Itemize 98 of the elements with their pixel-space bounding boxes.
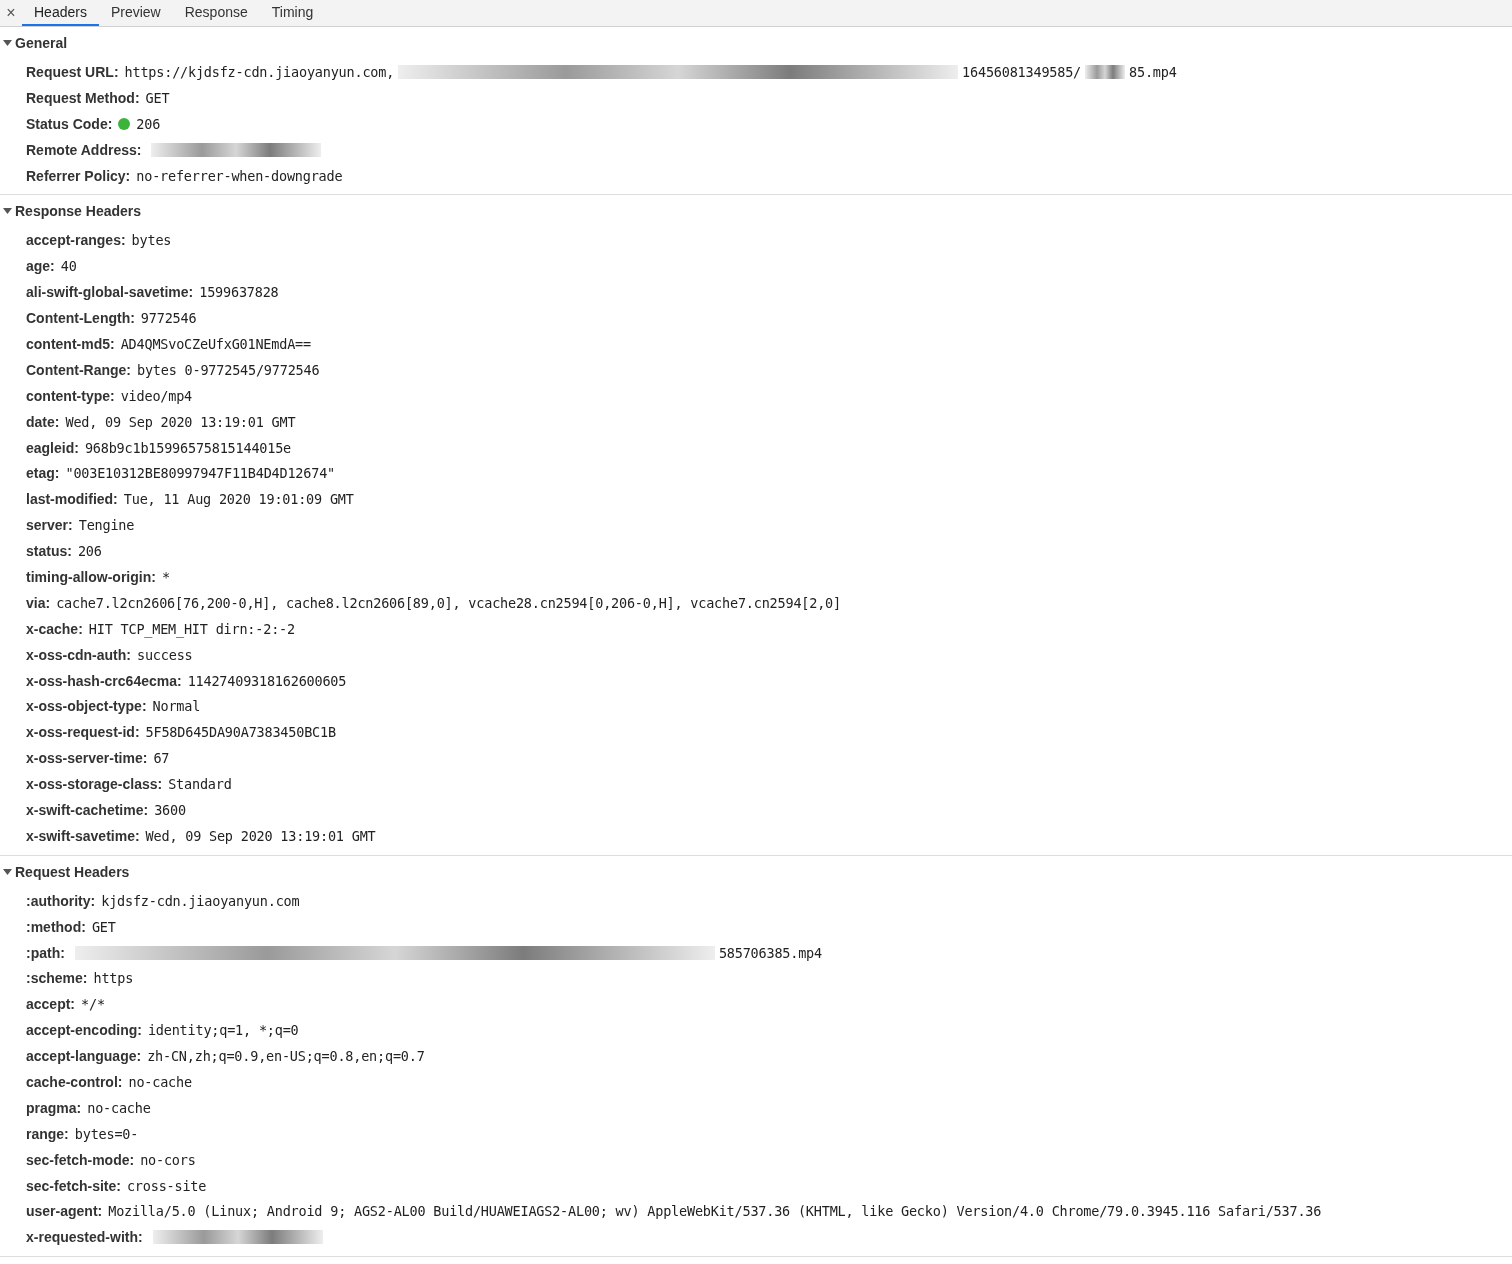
- header-name: x-oss-request-id:: [26, 724, 140, 741]
- header-name: Request URL:: [26, 63, 119, 80]
- header-value: 5F58D645DA90A7383450BC1B: [145, 724, 336, 741]
- header-name: :scheme:: [26, 970, 88, 987]
- header-name: status:: [26, 543, 72, 560]
- header-name: x-swift-savetime:: [26, 827, 140, 844]
- header-value: cross-site: [126, 1177, 207, 1194]
- header-value: "003E10312BE80997947F11B4D4D12674": [65, 465, 335, 482]
- header-value: bytes: [131, 232, 172, 249]
- header-name: Content-Length:: [26, 310, 135, 327]
- header-name: x-oss-object-type:: [26, 698, 147, 715]
- header-name: sec-fetch-mode:: [26, 1151, 135, 1168]
- header-name: date:: [26, 413, 60, 430]
- header-name: etag:: [26, 465, 60, 482]
- header-value: identity;q=1, *;q=0: [147, 1022, 299, 1039]
- header-value: *: [161, 568, 170, 585]
- header-value: 40: [60, 258, 77, 275]
- header-name: server:: [26, 517, 73, 534]
- header-name: age:: [26, 258, 55, 275]
- section-title[interactable]: Response Headers: [15, 203, 142, 220]
- close-icon[interactable]: ×: [0, 0, 22, 26]
- header-name: range:: [26, 1125, 69, 1142]
- header-name: Status Code:: [26, 115, 113, 132]
- header-name: x-oss-hash-crc64ecma:: [26, 672, 182, 689]
- header-value: cache7.l2cn2606[76,200-0,H], cache8.l2cn2606[89,0], vcache28.cn2594[0,206-0,H], vcache7.cn2594[2,0]: [56, 594, 841, 611]
- disclosure-triangle-icon[interactable]: [3, 867, 12, 876]
- header-value: https: [93, 970, 134, 987]
- tab[interactable]: Response: [172, 0, 260, 26]
- redaction-blur: [1085, 64, 1126, 79]
- header-name: sec-fetch-site:: [26, 1177, 121, 1194]
- header-value: video/mp4: [120, 387, 193, 404]
- header-value: 206: [77, 543, 102, 560]
- header-value: */*: [81, 996, 105, 1013]
- header-name: accept-ranges:: [26, 232, 126, 249]
- disclosure-triangle-icon[interactable]: [3, 207, 12, 216]
- header-value: 1599637828: [199, 284, 279, 301]
- header-value: no-cors: [140, 1151, 196, 1168]
- header-value: 85.mp4: [1129, 63, 1177, 80]
- header-name: accept-language:: [26, 1048, 142, 1065]
- header-name: content-type:: [26, 387, 115, 404]
- header-value: Tue, 11 Aug 2020 19:01:09 GMT: [123, 491, 354, 508]
- header-name: last-modified:: [26, 491, 118, 508]
- header-value: 585706385.mp4: [718, 944, 822, 961]
- header-value: no-cache: [128, 1074, 192, 1090]
- tab[interactable]: Timing: [259, 0, 326, 26]
- header-name: pragma:: [26, 1099, 82, 1116]
- header-value: zh-CN,zh;q=0.9,en-US;q=0.8,en;q=0.7: [147, 1048, 425, 1065]
- header-name: :method:: [26, 918, 86, 935]
- header-value: 3600: [154, 802, 186, 818]
- header-value: no-cache: [87, 1099, 151, 1116]
- header-value: Normal: [152, 698, 201, 715]
- header-name: via:: [26, 594, 51, 611]
- header-value: https://kjdsfz-cdn.jiaoyanyun.com,: [124, 63, 395, 80]
- tab[interactable]: Preview: [98, 0, 173, 26]
- tab[interactable]: Headers: [22, 0, 99, 26]
- header-name: accept:: [26, 996, 76, 1013]
- header-name: ali-swift-global-savetime:: [26, 284, 194, 301]
- section-title[interactable]: Request Headers: [15, 863, 130, 880]
- header-value: bytes 0-9772545/9772546: [137, 361, 320, 378]
- header-name: cache-control:: [26, 1074, 123, 1090]
- disclosure-triangle-icon[interactable]: [3, 39, 12, 47]
- header-value: Wed, 09 Sep 2020 13:19:01 GMT: [145, 827, 376, 844]
- header-value: 9772546: [140, 310, 197, 327]
- header-value: kjdsfz-cdn.jiaoyanyun.com: [101, 892, 300, 909]
- header-value: Wed, 09 Sep 2020 13:19:01 GMT: [65, 413, 296, 430]
- header-value: Tengine: [78, 517, 135, 534]
- header-value: GET: [145, 89, 170, 106]
- header-value: HIT TCP_MEM_HIT dirn:-2:-2: [88, 620, 295, 637]
- header-value: 206: [136, 115, 161, 132]
- header-value: success: [137, 646, 193, 663]
- header-value: Standard: [168, 776, 232, 793]
- header-name: :authority:: [26, 892, 96, 909]
- header-value: bytes=0-: [74, 1125, 139, 1142]
- header-name: x-oss-cdn-auth:: [26, 646, 131, 663]
- header-name: Request Method:: [26, 89, 140, 106]
- header-name: timing-allow-origin:: [26, 568, 156, 585]
- header-value: 968b9c1b15996575815144015e: [84, 439, 292, 456]
- header-value: GET: [91, 918, 116, 935]
- header-name: eagleid:: [26, 439, 79, 456]
- section-title[interactable]: General: [15, 35, 68, 51]
- header-value: AD4QMSvoCZeUfxG01NEmdA==: [120, 335, 311, 352]
- header-name: x-oss-server-time:: [26, 750, 148, 767]
- header-name: :path:: [26, 944, 65, 961]
- header-value: 67: [153, 750, 170, 767]
- header-name: user-agent:: [26, 1203, 103, 1220]
- header-name: accept-encoding:: [26, 1022, 142, 1039]
- header-name: Referrer Policy:: [26, 167, 131, 184]
- header-value: Mozilla/5.0 (Linux; Android 9; AGS2-AL00 Build/HUAWEIAGS2-AL00; wv) AppleWebKit/537.36 (KHTML, like Gecko) Version/4.0 Chrome/79.0.3945.116 Safari/537.36: [108, 1203, 1322, 1220]
- header-name: x-requested-with:: [26, 1229, 143, 1246]
- header-name: x-oss-storage-class:: [26, 776, 163, 793]
- header-name: content-md5:: [26, 335, 115, 352]
- header-name: Remote Address:: [26, 141, 142, 158]
- header-value: 11427409318162600605: [187, 672, 347, 689]
- header-name: Content-Range:: [26, 361, 131, 378]
- header-value: 16456081349585/: [962, 63, 1082, 80]
- header-name: x-swift-cachetime:: [26, 802, 149, 818]
- header-value: no-referrer-when-downgrade: [136, 167, 343, 184]
- header-name: x-cache:: [26, 620, 83, 637]
